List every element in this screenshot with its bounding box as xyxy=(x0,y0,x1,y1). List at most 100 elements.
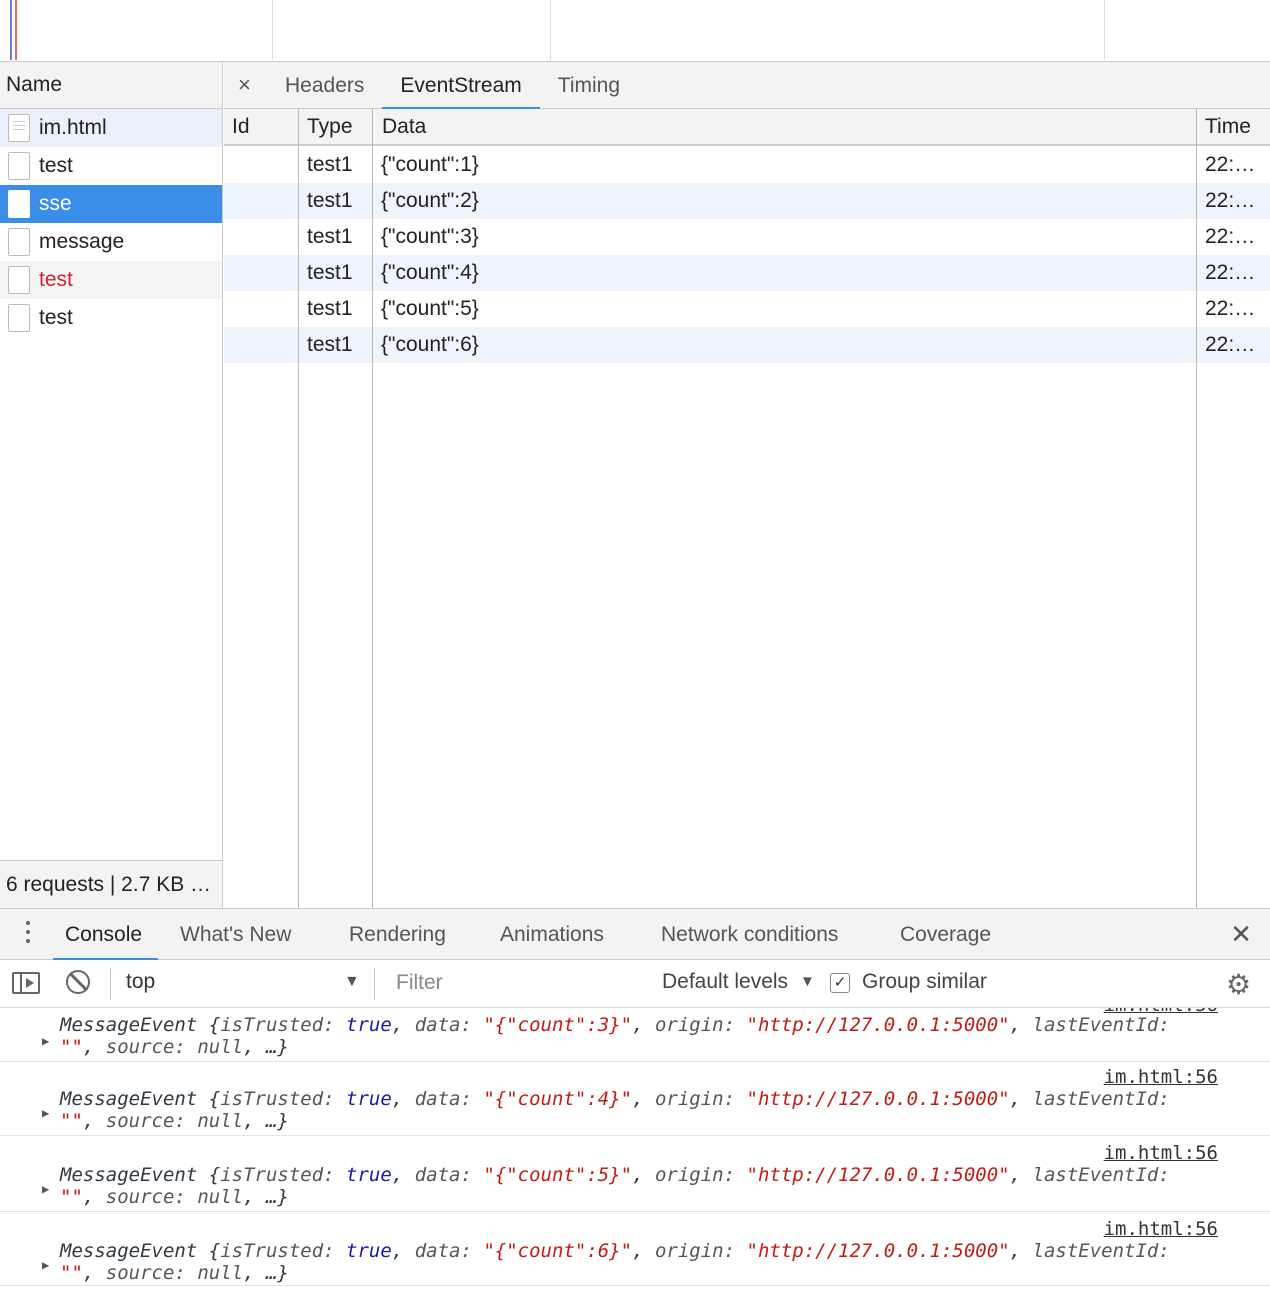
tab-animations[interactable]: Animations xyxy=(500,909,604,960)
column-header-data[interactable]: Data xyxy=(382,115,426,139)
key-label: data: xyxy=(414,1240,472,1262)
expand-triangle-icon[interactable]: ▶ xyxy=(42,1030,49,1052)
brace: { xyxy=(208,1240,221,1262)
key-label: source: xyxy=(105,1110,186,1132)
console-message[interactable]: im.html:56 ▶ MessageEvent {isTrusted: tr… xyxy=(0,1212,1270,1286)
filter-input[interactable] xyxy=(388,966,648,1000)
console-messages: im.html:56 ▶ MessageEvent { isTrusted: tr… xyxy=(0,1008,1270,1294)
expand-triangle-icon[interactable]: ▶ xyxy=(42,1254,49,1276)
key-label: source: xyxy=(105,1186,186,1208)
dropdown-arrow-icon[interactable]: ▼ xyxy=(344,973,360,991)
timeline-gridline xyxy=(272,0,273,60)
clear-console-icon[interactable] xyxy=(66,970,90,994)
load-event-marker xyxy=(15,0,17,60)
request-name: message xyxy=(39,230,125,253)
key-label: lastEventId: xyxy=(1032,1240,1170,1262)
key-label: origin: xyxy=(654,1088,736,1110)
document-icon xyxy=(8,114,30,142)
console-toolbar: top ▼ Default levels ▼ ✓ Group similar ⚙ xyxy=(0,960,1270,1008)
source-link[interactable]: im.html:56 xyxy=(1104,1142,1218,1164)
detail-tabbar: × Headers EventStream Timing xyxy=(224,62,1270,110)
show-sidebar-icon[interactable] xyxy=(12,972,40,994)
string-value: "" xyxy=(60,1110,83,1132)
table-row[interactable]: test1 {"count":3} 22:… xyxy=(224,219,1270,255)
event-time: 22:… xyxy=(1205,225,1256,248)
tab-console[interactable]: Console xyxy=(52,909,159,961)
group-similar-label[interactable]: Group similar xyxy=(862,970,987,994)
column-divider[interactable] xyxy=(298,109,299,908)
tab-headers[interactable]: Headers xyxy=(267,62,382,109)
string-value: "http://127.0.0.1:5000" xyxy=(746,1164,1010,1186)
tab-network-conditions[interactable]: Network conditions xyxy=(661,909,838,960)
null-value: null xyxy=(197,1186,244,1208)
request-row[interactable]: message xyxy=(0,223,222,261)
group-similar-checkbox[interactable]: ✓ xyxy=(830,973,850,993)
tab-rendering[interactable]: Rendering xyxy=(349,909,446,960)
event-class: MessageEvent xyxy=(60,1240,198,1262)
gear-icon[interactable]: ⚙ xyxy=(1226,968,1251,1001)
event-data: {"count":5} xyxy=(381,297,479,320)
bool-value: true xyxy=(346,1088,392,1110)
table-row[interactable]: test1 {"count":2} 22:… xyxy=(224,183,1270,219)
event-data: {"count":4} xyxy=(381,261,479,284)
string-value: "http://127.0.0.1:5000" xyxy=(746,1014,1010,1036)
console-message[interactable]: im.html:56 ▶ MessageEvent {isTrusted: tr… xyxy=(0,1136,1270,1212)
column-divider[interactable] xyxy=(372,109,373,908)
tab-timing[interactable]: Timing xyxy=(540,62,638,109)
key-label: source: xyxy=(105,1036,186,1058)
tab-whats-new[interactable]: What's New xyxy=(180,909,291,960)
event-class: MessageEvent xyxy=(60,1088,198,1110)
close-detail-icon[interactable]: × xyxy=(238,72,251,98)
network-overview-timeline[interactable] xyxy=(0,0,1270,62)
event-time: 22:… xyxy=(1205,333,1256,356)
eventstream-header-row: Id Type Data Time xyxy=(224,109,1270,146)
log-levels-dropdown[interactable]: Default levels xyxy=(662,970,788,994)
string-value: "" xyxy=(60,1186,83,1208)
key-label: source: xyxy=(105,1262,186,1284)
key-label: data: xyxy=(414,1088,472,1110)
key-label: lastEventId: xyxy=(1032,1014,1170,1036)
column-header-time[interactable]: Time xyxy=(1205,115,1251,139)
tab-eventstream[interactable]: EventStream xyxy=(382,62,541,110)
request-row[interactable]: im.html xyxy=(0,109,222,147)
console-message[interactable]: im.html:56 ▶ MessageEvent {isTrusted: tr… xyxy=(0,1008,1270,1062)
table-row[interactable]: test1 {"count":6} 22:… xyxy=(224,327,1270,363)
string-value: "http://127.0.0.1:5000" xyxy=(746,1240,1010,1262)
request-row-selected[interactable]: sse xyxy=(0,185,222,223)
column-header-type[interactable]: Type xyxy=(307,115,353,139)
table-row[interactable]: test1 {"count":5} 22:… xyxy=(224,291,1270,327)
source-link[interactable]: im.html:56 xyxy=(1104,1218,1218,1240)
null-value: null xyxy=(197,1262,244,1284)
bool-value: true xyxy=(346,1164,392,1186)
event-data: {"count":6} xyxy=(381,333,479,356)
request-row[interactable]: test xyxy=(0,147,222,185)
request-name: im.html xyxy=(39,116,107,139)
more-tools-icon[interactable] xyxy=(22,921,34,949)
table-row[interactable]: test1 {"count":4} 22:… xyxy=(224,255,1270,291)
column-divider[interactable] xyxy=(1196,109,1197,908)
source-link[interactable]: im.html:56 xyxy=(1104,1066,1218,1088)
file-icon xyxy=(8,228,30,256)
column-header-id[interactable]: Id xyxy=(232,115,250,139)
request-row[interactable]: test xyxy=(0,299,222,337)
ellipsis: …} xyxy=(265,1186,289,1208)
table-row[interactable]: test1 {"count":1} 22:… xyxy=(224,147,1270,183)
name-column-header[interactable]: Name xyxy=(0,62,222,109)
file-icon xyxy=(8,266,30,294)
dom-content-loaded-marker xyxy=(10,0,12,60)
key-label: isTrusted: xyxy=(220,1164,335,1186)
request-row-failed[interactable]: test xyxy=(0,261,222,299)
event-type: test1 xyxy=(307,261,353,284)
toolbar-divider xyxy=(374,968,375,1000)
expand-triangle-icon[interactable]: ▶ xyxy=(42,1102,49,1124)
key-label: isTrusted: xyxy=(220,1014,335,1036)
tab-coverage[interactable]: Coverage xyxy=(900,909,991,960)
requests-summary: 6 requests | 2.7 KB … xyxy=(0,860,222,908)
console-message[interactable]: im.html:56 ▶ MessageEvent {isTrusted: tr… xyxy=(0,1062,1270,1136)
timeline-gridline xyxy=(550,0,551,60)
context-selector[interactable]: top xyxy=(126,970,155,994)
dropdown-arrow-icon[interactable]: ▼ xyxy=(800,973,815,990)
expand-triangle-icon[interactable]: ▶ xyxy=(42,1178,49,1200)
close-drawer-icon[interactable]: ✕ xyxy=(1230,919,1252,950)
key-label: isTrusted: xyxy=(220,1088,335,1110)
